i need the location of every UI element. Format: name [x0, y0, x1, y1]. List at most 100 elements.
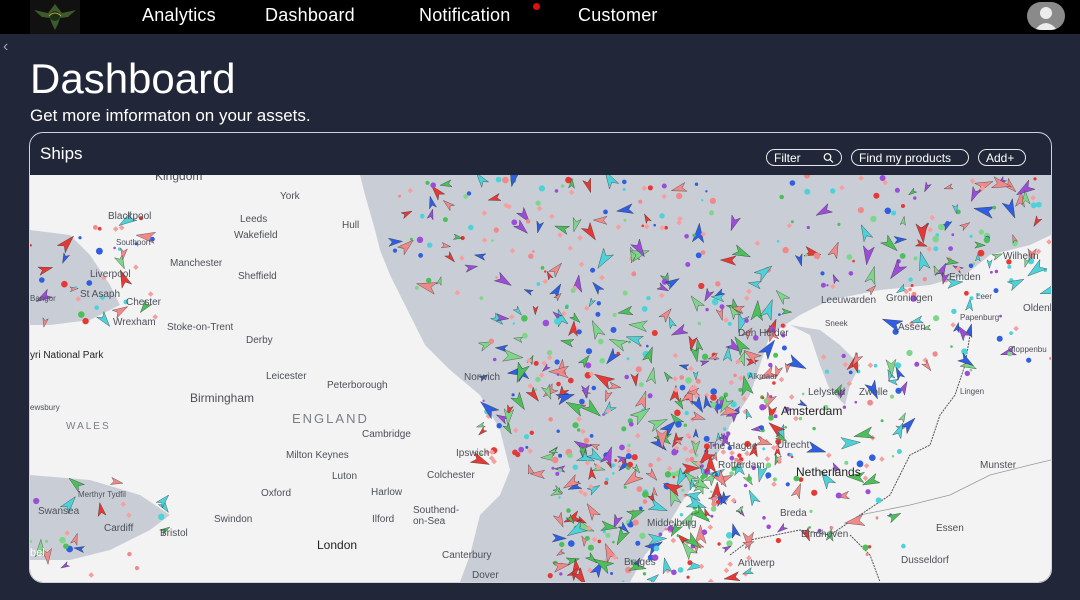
ship-dot-marker[interactable] [948, 246, 953, 251]
ship-dot-marker[interactable] [894, 362, 902, 369]
ship-dot-marker[interactable] [715, 281, 721, 287]
ship-dot-marker[interactable] [585, 348, 593, 355]
ship-dot-marker[interactable] [684, 410, 689, 416]
filter-input[interactable]: Filter [766, 149, 842, 166]
ship-dot-marker[interactable] [846, 254, 853, 260]
ship-dot-marker[interactable] [583, 437, 590, 444]
ship-arrow-marker[interactable] [921, 359, 934, 373]
ship-dot-marker[interactable] [711, 298, 719, 306]
ship-dot-marker[interactable] [511, 219, 518, 226]
ship-dot-marker[interactable] [622, 187, 626, 191]
ship-dot-marker[interactable] [646, 295, 651, 301]
ship-dot-marker[interactable] [914, 361, 920, 367]
ship-dot-marker[interactable] [837, 222, 841, 226]
ship-dot-marker[interactable] [610, 326, 617, 333]
ship-dot-marker[interactable] [906, 349, 913, 357]
ship-dot-marker[interactable] [564, 305, 569, 309]
ship-dot-marker[interactable] [709, 197, 717, 204]
ship-arrow-marker[interactable] [986, 259, 993, 269]
ship-dot-marker[interactable] [694, 182, 699, 186]
ship-dot-marker[interactable] [812, 426, 816, 431]
find-my-products-button[interactable]: Find my products [851, 149, 969, 166]
ship-dot-marker[interactable] [599, 357, 606, 364]
ship-dot-marker[interactable] [789, 180, 796, 186]
ship-dot-marker[interactable] [518, 446, 524, 453]
ship-dot-marker[interactable] [692, 233, 696, 237]
ship-dot-marker[interactable] [701, 353, 709, 360]
ship-dot-marker[interactable] [618, 465, 621, 468]
ship-dot-marker[interactable] [577, 428, 581, 432]
ship-dot-marker[interactable] [619, 444, 625, 451]
ship-dot-marker[interactable] [765, 462, 772, 469]
ship-dot-marker[interactable] [778, 313, 781, 316]
nav-customer[interactable]: Customer [578, 5, 658, 26]
ship-dot-marker[interactable] [97, 226, 102, 231]
ship-dot-marker[interactable] [585, 362, 592, 369]
ship-dot-marker[interactable] [950, 345, 953, 348]
ship-dot-marker[interactable] [572, 464, 578, 470]
ship-dot-marker[interactable] [512, 322, 515, 325]
ship-dot-marker[interactable] [785, 482, 790, 487]
ship-dot-marker[interactable] [896, 449, 902, 454]
nav-dashboard[interactable]: Dashboard [265, 5, 355, 26]
ship-dot-marker[interactable] [761, 396, 765, 400]
ship-dot-marker[interactable] [972, 262, 975, 265]
ship-dot-marker[interactable] [647, 393, 653, 399]
ship-dot-marker[interactable] [442, 217, 448, 223]
ship-dot-marker[interactable] [653, 223, 656, 227]
ship-dot-marker[interactable] [862, 544, 869, 551]
ship-dot-marker[interactable] [901, 204, 905, 208]
ship-dot-marker[interactable] [558, 496, 561, 499]
ship-diamond-marker[interactable] [788, 394, 795, 400]
ship-dot-marker[interactable] [738, 387, 743, 392]
ship-dot-marker[interactable] [804, 188, 811, 195]
ship-dot-marker[interactable] [710, 506, 717, 512]
ship-diamond-marker[interactable] [698, 563, 705, 570]
ship-diamond-marker[interactable] [862, 475, 869, 482]
ship-dot-marker[interactable] [773, 414, 778, 419]
ship-diamond-marker[interactable] [727, 561, 734, 568]
ship-dot-marker[interactable] [576, 329, 582, 335]
ship-dot-marker[interactable] [63, 543, 69, 549]
ship-diamond-marker[interactable] [950, 322, 956, 328]
ship-arrow-marker[interactable] [790, 482, 805, 500]
ship-dot-marker[interactable] [651, 330, 658, 336]
ship-dot-marker[interactable] [631, 271, 637, 277]
ship-dot-marker[interactable] [605, 532, 611, 538]
ship-dot-marker[interactable] [672, 475, 676, 479]
ship-dot-marker[interactable] [684, 234, 689, 239]
ships-map[interactable]: Kingdom York Hull Blackpool Leeds Wakefi… [30, 175, 1051, 582]
ship-dot-marker[interactable] [638, 506, 643, 511]
ship-dot-marker[interactable] [686, 575, 690, 579]
add-button[interactable]: Add+ [978, 149, 1026, 166]
ship-arrow-marker[interactable] [723, 571, 741, 582]
ship-dot-marker[interactable] [556, 373, 560, 376]
ship-dot-marker[interactable] [538, 185, 545, 192]
ship-diamond-marker[interactable] [112, 226, 119, 232]
ship-dot-marker[interactable] [642, 572, 647, 576]
ship-dot-marker[interactable] [602, 413, 605, 416]
ship-dot-marker[interactable] [1033, 177, 1037, 181]
ship-dot-marker[interactable] [641, 306, 648, 312]
ship-dot-marker[interactable] [978, 229, 985, 235]
ship-arrow-marker[interactable] [806, 441, 828, 458]
ship-dot-marker[interactable] [525, 445, 529, 449]
ship-dot-marker[interactable] [875, 497, 882, 504]
ship-dot-marker[interactable] [1007, 264, 1012, 269]
ship-arrow-marker[interactable] [477, 426, 488, 437]
ship-dot-marker[interactable] [59, 536, 66, 544]
ship-dot-marker[interactable] [646, 344, 649, 348]
ship-dot-marker[interactable] [635, 540, 641, 546]
ship-dot-marker[interactable] [572, 422, 579, 429]
ship-dot-marker[interactable] [642, 394, 646, 398]
ship-dot-marker[interactable] [679, 375, 685, 380]
ship-dot-marker[interactable] [602, 530, 606, 534]
ship-dot-marker[interactable] [596, 301, 601, 306]
ship-dot-marker[interactable] [867, 399, 873, 406]
ship-dot-marker[interactable] [392, 248, 398, 253]
ship-dot-marker[interactable] [532, 250, 535, 253]
ship-dot-marker[interactable] [416, 236, 424, 243]
ship-dot-marker[interactable] [969, 368, 973, 372]
ship-dot-marker[interactable] [555, 471, 560, 476]
ship-dot-marker[interactable] [717, 542, 721, 546]
